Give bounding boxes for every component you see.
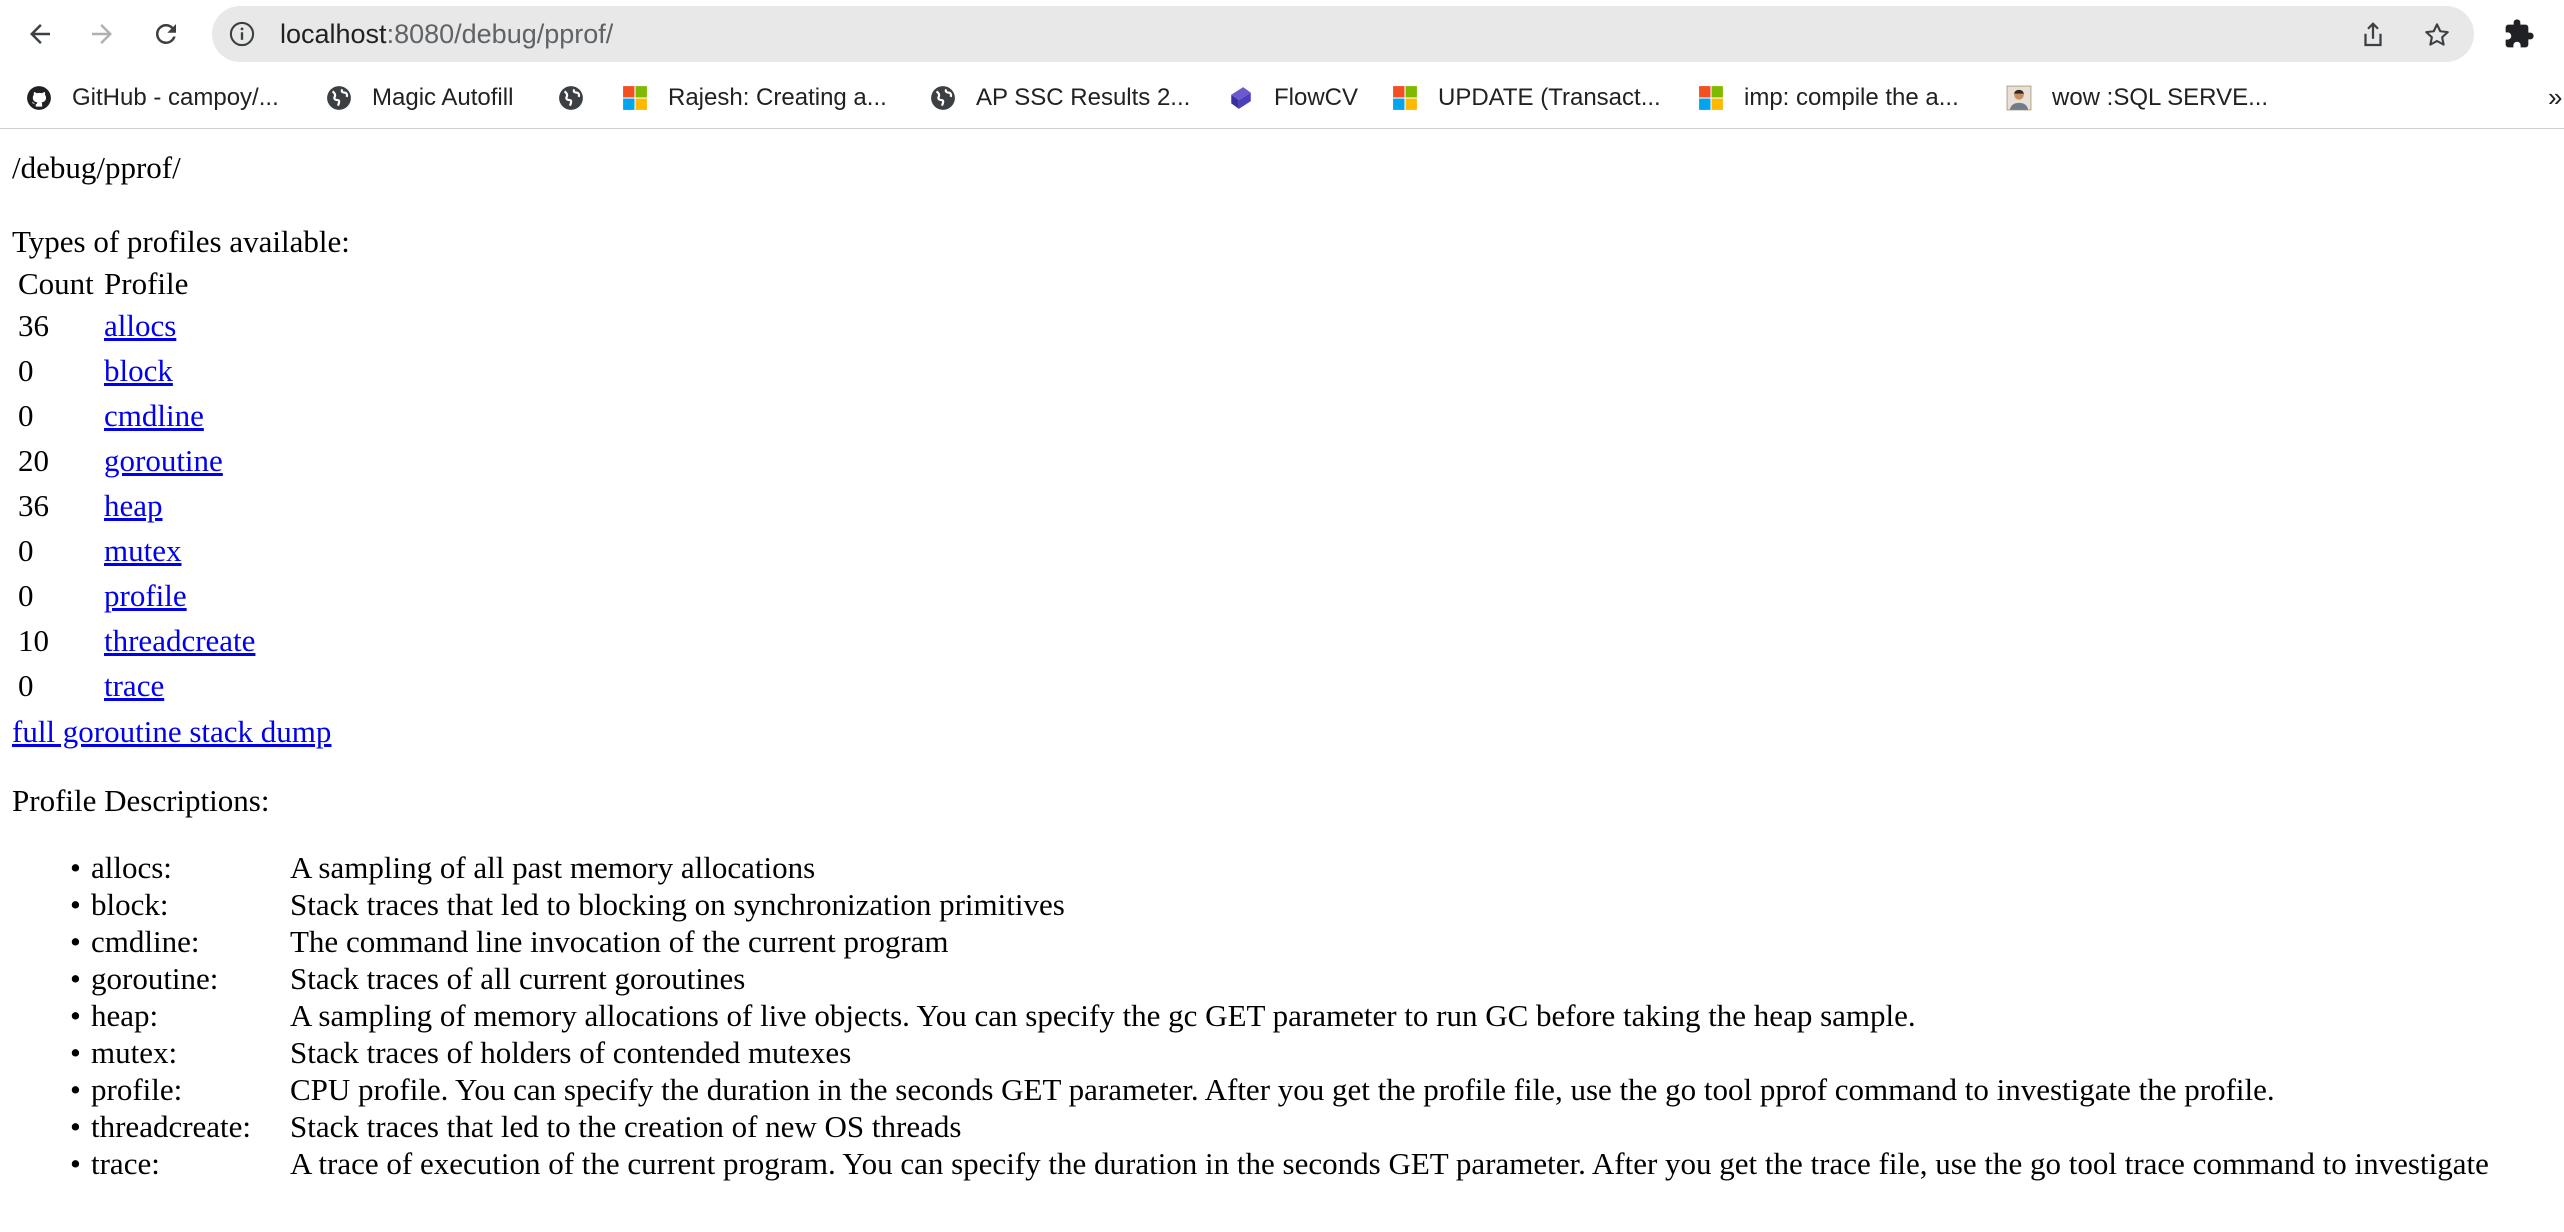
- description-name: goroutine:: [91, 961, 219, 996]
- profile-link-block[interactable]: block: [104, 353, 173, 388]
- microsoft-icon: [1393, 86, 1417, 110]
- description-text: Stack traces that led to blocking on syn…: [290, 887, 1065, 922]
- bullet-icon: •: [70, 1146, 81, 1181]
- bookmark-ap-ssc[interactable]: AP SSC Results 2...: [930, 82, 1190, 114]
- description-text: A trace of execution of the current prog…: [290, 1146, 2489, 1181]
- back-button[interactable]: [20, 14, 60, 54]
- bullet-icon: •: [70, 1109, 81, 1144]
- profile-count: 10: [18, 623, 49, 658]
- forward-arrow-icon: [92, 24, 112, 44]
- forward-button[interactable]: [82, 14, 122, 54]
- description-name: profile:: [91, 1072, 183, 1107]
- browser-toolbar: localhost:8080/debug/pprof/: [0, 0, 2564, 68]
- bookmark-label: FlowCV: [1274, 84, 1359, 111]
- description-name: mutex:: [91, 1035, 178, 1070]
- profile-link-trace[interactable]: trace: [104, 668, 164, 703]
- profile-count: 0: [18, 533, 34, 568]
- bookmark-label: UPDATE (Transact...: [1438, 84, 1661, 111]
- profile-link-cmdline[interactable]: cmdline: [104, 398, 204, 433]
- bookmark-label: imp: compile the a...: [1744, 84, 1959, 111]
- bookmark-flowcv[interactable]: FlowCV: [1228, 82, 1358, 114]
- bookmark-label: Rajesh: Creating a...: [668, 84, 887, 111]
- bookmark-label: AP SSC Results 2...: [976, 84, 1191, 111]
- bookmark-update-transact[interactable]: UPDATE (Transact...: [1392, 82, 1661, 114]
- bookmark-rajesh[interactable]: Rajesh: Creating a...: [622, 82, 887, 114]
- profile-count: 36: [18, 308, 49, 343]
- bullet-icon: •: [70, 1035, 81, 1070]
- globe-icon: [931, 86, 955, 110]
- description-name: cmdline:: [91, 924, 200, 959]
- profile-link-heap[interactable]: heap: [104, 488, 163, 523]
- descriptions-heading: Profile Descriptions:: [12, 783, 270, 818]
- description-text: A sampling of memory allocations of live…: [290, 998, 1916, 1033]
- bookmark-label: Magic Autofill: [372, 84, 514, 111]
- profile-count: 0: [18, 353, 34, 388]
- globe-icon: [559, 86, 583, 110]
- globe-icon: [327, 86, 351, 110]
- share-icon[interactable]: [2358, 20, 2388, 50]
- description-name: threadcreate:: [91, 1109, 252, 1144]
- site-info-icon[interactable]: [228, 20, 256, 48]
- description-name: trace:: [91, 1146, 160, 1181]
- url-path: :8080/debug/pprof/: [386, 19, 614, 49]
- types-heading: Types of profiles available:: [12, 224, 350, 259]
- bookmark-globe[interactable]: [558, 82, 604, 114]
- bookmark-magic-autofill[interactable]: Magic Autofill: [326, 82, 513, 114]
- bookmark-sql-server[interactable]: wow :SQL SERVE...: [2006, 82, 2268, 114]
- profile-link-profile[interactable]: profile: [104, 578, 187, 613]
- github-icon: [27, 86, 51, 110]
- description-name: block:: [91, 887, 169, 922]
- bullet-icon: •: [70, 998, 81, 1033]
- description-text: CPU profile. You can specify the duratio…: [290, 1072, 2275, 1107]
- bookmarks-bar: GitHub - campoy/... Magic Autofill Rajes…: [0, 68, 2564, 129]
- description-text: Stack traces of all current goroutines: [290, 961, 746, 996]
- url-text[interactable]: localhost:8080/debug/pprof/: [280, 6, 613, 62]
- bullet-icon: •: [70, 850, 81, 885]
- bookmark-label: GitHub - campoy/...: [72, 84, 279, 111]
- microsoft-icon: [623, 86, 647, 110]
- bullet-icon: •: [70, 1072, 81, 1107]
- count-column-header: Count: [18, 266, 94, 301]
- bookmark-label: wow :SQL SERVE...: [2052, 84, 2269, 111]
- bookmark-github[interactable]: GitHub - campoy/...: [26, 82, 279, 114]
- profile-count: 0: [18, 398, 34, 433]
- bookmark-imp-compile[interactable]: imp: compile the a...: [1698, 82, 1959, 114]
- description-name: allocs:: [91, 850, 172, 885]
- url-host: localhost: [280, 19, 387, 49]
- description-text: The command line invocation of the curre…: [290, 924, 949, 959]
- back-arrow-icon: [30, 24, 50, 44]
- description-text: Stack traces of holders of contended mut…: [290, 1035, 852, 1070]
- avatar-icon: [2006, 85, 2032, 111]
- profile-link-allocs[interactable]: allocs: [104, 308, 176, 343]
- description-name: heap:: [91, 998, 159, 1033]
- profile-link-goroutine[interactable]: goroutine: [104, 443, 223, 478]
- profile-count: 36: [18, 488, 49, 523]
- profile-count: 0: [18, 578, 34, 613]
- bullet-icon: •: [70, 961, 81, 996]
- description-text: Stack traces that led to the creation of…: [290, 1109, 962, 1144]
- extensions-puzzle-icon[interactable]: [2503, 18, 2535, 50]
- page-title: /debug/pprof/: [12, 150, 181, 185]
- bullet-icon: •: [70, 887, 81, 922]
- profile-count: 0: [18, 668, 34, 703]
- microsoft-icon: [1699, 86, 1723, 110]
- bookmark-star-icon[interactable]: [2422, 20, 2452, 50]
- reload-button[interactable]: [146, 14, 186, 54]
- bullet-icon: •: [70, 924, 81, 959]
- profile-link-mutex[interactable]: mutex: [104, 533, 182, 568]
- description-text: A sampling of all past memory allocation…: [290, 850, 816, 885]
- reload-icon: [155, 23, 176, 44]
- full-goroutine-stack-dump-link[interactable]: full goroutine stack dump: [12, 714, 331, 750]
- profile-count: 20: [18, 443, 49, 478]
- profile-column-header: Profile: [104, 266, 189, 301]
- more-bookmarks-chevron-icon[interactable]: »: [2548, 82, 2562, 113]
- flowcv-icon: [1231, 87, 1251, 109]
- address-bar[interactable]: localhost:8080/debug/pprof/: [212, 6, 2474, 62]
- profile-link-threadcreate[interactable]: threadcreate: [104, 623, 255, 658]
